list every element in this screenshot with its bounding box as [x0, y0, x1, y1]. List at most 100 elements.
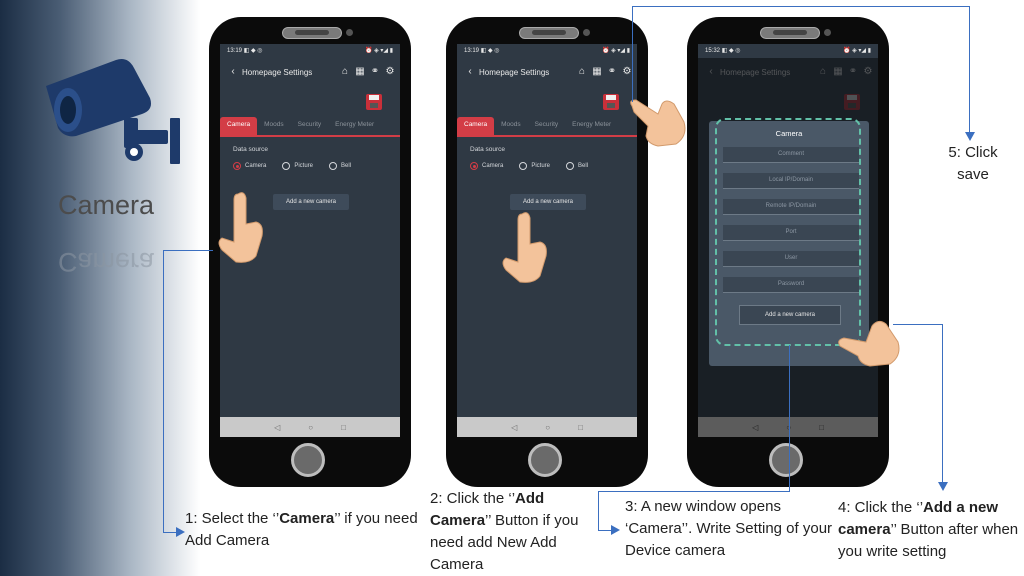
local-ip-field[interactable]: Local IP/Domain [723, 173, 859, 189]
tab-security[interactable]: Security [291, 117, 328, 135]
radio-picture[interactable]: Picture [282, 162, 313, 170]
nav-back-icon[interactable]: ◁ [274, 423, 280, 432]
save-floppy-icon[interactable] [603, 94, 619, 110]
pointing-hand-icon [502, 212, 547, 283]
tab-moods[interactable]: Moods [257, 117, 291, 135]
radio-label: Camera [482, 163, 504, 169]
nav-back-icon[interactable]: ◁ [511, 423, 517, 432]
pointing-hand-icon [218, 192, 263, 263]
data-source-label: Data source [470, 146, 506, 153]
step-2-caption: 2: Click the ‘’Add Camera’’ Button if yo… [430, 488, 590, 576]
data-source-label: Data source [233, 146, 269, 153]
grid-icon[interactable]: ▦ [354, 66, 366, 78]
status-time: 13:19 [227, 48, 243, 54]
callout-line [893, 324, 943, 325]
radio-bell[interactable]: Bell [566, 162, 588, 170]
pointing-hand-icon [838, 320, 900, 367]
link-icon[interactable]: ⚭ [369, 66, 381, 78]
radio-label: Bell [578, 163, 589, 169]
nav-home-icon[interactable]: ○ [308, 423, 313, 432]
status-icons-right: ⏰ ◈ ▾◢ ▮ [364, 48, 393, 54]
radio-label: Picture [294, 163, 314, 169]
link-icon[interactable]: ⚭ [606, 66, 618, 78]
add-camera-button[interactable]: Add a new camera [273, 194, 349, 210]
radio-dot [566, 162, 575, 170]
home-icon[interactable]: ⌂ [576, 66, 588, 78]
dialog-title: Camera [775, 129, 803, 138]
radio-label: Camera [245, 163, 267, 169]
callout-line [789, 345, 790, 492]
user-field[interactable]: User [723, 251, 859, 267]
callout-line [942, 324, 943, 484]
caption-text: 4: Click the ‘’ [838, 499, 924, 516]
radio-picture[interactable]: Picture [519, 162, 550, 170]
page-title: Homepage Settings [242, 67, 313, 77]
dialog-add-camera-button[interactable]: Add a new camera [739, 305, 841, 325]
nav-home-icon[interactable]: ○ [545, 423, 550, 432]
password-field[interactable]: Password [723, 277, 859, 293]
callout-line [598, 491, 599, 531]
panel-title-reflection: Camera [58, 247, 155, 277]
callout-line [598, 491, 790, 492]
cctv-camera-icon [46, 59, 180, 164]
tab-energy-meter[interactable]: Energy Meter [328, 117, 381, 135]
back-chevron-icon[interactable]: ‹ [227, 66, 239, 78]
radio-bell[interactable]: Bell [329, 162, 351, 170]
tab-bar: Camera Moods Security Energy Meter [457, 117, 637, 137]
add-camera-button[interactable]: Add a new camera [510, 194, 586, 210]
step-1-caption: 1: Select the ‘’Camera’’ if you need Add… [185, 508, 423, 552]
radio-camera[interactable]: Camera [470, 162, 503, 170]
nav-recents-icon[interactable]: □ [578, 423, 583, 432]
port-field[interactable]: Port [723, 225, 859, 241]
step-4-caption: 4: Click the ‘’Add a new camera’’ Button… [838, 497, 1024, 563]
phone-3: 15:32 ◧ ◆ ◎ ⏰ ◈ ▾◢ ▮ ‹ Homepage Settings… [687, 17, 889, 487]
phone-home-button [528, 443, 562, 477]
status-bar: 13:19 ◧ ◆ ◎ ⏰ ◈ ▾◢ ▮ [457, 44, 637, 61]
callout-line [163, 250, 164, 532]
nav-recents-icon[interactable]: □ [819, 423, 824, 432]
android-nav-bar: ◁ ○ □ [698, 417, 878, 437]
tab-energy-meter[interactable]: Energy Meter [565, 117, 618, 135]
radio-label: Bell [341, 163, 352, 169]
status-time: 15:32 [705, 48, 721, 54]
back-chevron-icon[interactable]: ‹ [464, 66, 476, 78]
gear-icon[interactable]: ⚙ [384, 66, 396, 78]
callout-line [163, 250, 213, 251]
android-nav-bar: ◁ ○ □ [457, 417, 637, 437]
callout-line [632, 6, 633, 102]
speaker [760, 27, 831, 39]
comment-field[interactable]: Comment [723, 147, 859, 163]
tab-camera[interactable]: Camera [457, 117, 495, 135]
tab-bar: Camera Moods Security Energy Meter [220, 117, 400, 137]
tab-security[interactable]: Security [528, 117, 565, 135]
remote-ip-field[interactable]: Remote IP/Domain [723, 199, 859, 215]
callout-arrowhead [611, 525, 620, 535]
nav-back-icon[interactable]: ◁ [752, 423, 758, 432]
status-icons: ◧ ◆ ◎ [480, 48, 500, 54]
status-time: 13:19 [464, 48, 480, 54]
tab-camera[interactable]: Camera [220, 117, 258, 135]
radio-dot [329, 162, 338, 170]
radio-dot [470, 162, 478, 170]
radio-dot [519, 162, 528, 170]
phone-home-button [291, 443, 325, 477]
app-bar: ‹ Homepage Settings ⌂ ▦ ⚭ ⚙ [220, 61, 400, 83]
caption-bold: Camera [279, 510, 335, 527]
nav-recents-icon[interactable]: □ [341, 423, 346, 432]
status-icons-right: ⏰ ◈ ▾◢ ▮ [601, 48, 630, 54]
phone-home-button [769, 443, 803, 477]
callout-arrowhead [965, 132, 975, 141]
step-3-caption: 3: A new window opens ‘Camera’’. Write S… [625, 496, 835, 562]
home-icon[interactable]: ⌂ [339, 66, 351, 78]
phone-screen: 15:32 ◧ ◆ ◎ ⏰ ◈ ▾◢ ▮ ‹ Homepage Settings… [698, 44, 878, 437]
tab-moods[interactable]: Moods [494, 117, 528, 135]
callout-line [969, 6, 970, 134]
page-title: Homepage Settings [479, 67, 550, 77]
radio-camera[interactable]: Camera [233, 162, 266, 170]
status-icons: ◧ ◆ ◎ [243, 48, 263, 54]
radio-dot [282, 162, 291, 170]
grid-icon[interactable]: ▦ [591, 66, 603, 78]
radio-dot [233, 162, 241, 170]
caption-text: 1: Select the ‘’ [185, 510, 280, 527]
save-floppy-icon[interactable] [366, 94, 382, 110]
